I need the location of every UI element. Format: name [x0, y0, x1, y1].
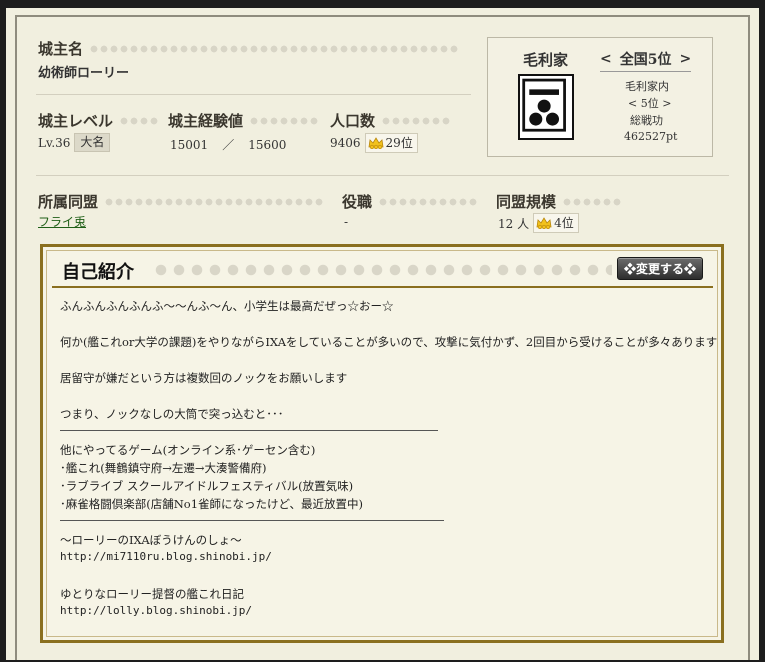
rank-prev-button[interactable]: <	[600, 51, 612, 67]
level-badge: 大名	[74, 133, 111, 152]
intro-title: 自己紹介	[62, 262, 134, 283]
label-dots	[249, 115, 320, 126]
crown-icon	[368, 137, 384, 149]
population-rank-badge: 29位	[364, 133, 418, 153]
intro-separator	[60, 430, 438, 431]
alliance-size-value: 12 人	[498, 216, 530, 231]
label-dots	[381, 115, 452, 126]
intro-line-5: 他にやってるゲーム(オンライン系･ゲーセン含む)	[60, 443, 316, 457]
population-rank: 29位	[385, 136, 413, 150]
intro-line-1: ふんふんふんふんふ～～んふ～ん、小学生は最高だぜっ☆おー☆	[60, 299, 394, 313]
merit-value: 462527pt	[624, 130, 678, 143]
label-dots	[562, 196, 623, 207]
lord-level: Lv.36 大名	[38, 133, 111, 152]
intro-line-2: 何か(艦これor大学の課題)をやりながらIXAをしていることが多いので、攻撃に気…	[60, 335, 718, 349]
intro-line-11: ゆとりなローリー提督の艦これ日記	[60, 587, 244, 601]
intro-url-2[interactable]: http://lolly.blog.shinobi.jp/	[60, 604, 252, 617]
role-label: 役職	[342, 191, 479, 212]
level-value: Lv.36	[38, 135, 71, 150]
rank-next-button[interactable]: >	[679, 51, 691, 67]
label-dots	[104, 196, 325, 207]
alliance-size: 12 人 4位	[498, 213, 579, 233]
alliance-size-label: 同盟規模	[496, 191, 623, 212]
population: 9406 29位	[330, 133, 418, 153]
lord-level-label: 城主レベル	[38, 110, 160, 131]
intro-url-1[interactable]: http://mi7110ru.blog.shinobi.jp/	[60, 550, 272, 563]
intro-line-6: ･艦これ(舞鶴鎮守府→左遷→大湊警備府)	[60, 461, 267, 475]
label-dots	[89, 43, 460, 54]
alliance-name-link[interactable]: フライ兎	[38, 213, 86, 230]
intro-line-8: ･麻雀格闘倶楽部(店舗No1雀師になったけど、最近放置中)	[60, 497, 363, 511]
divider	[36, 94, 471, 95]
intro-separator	[60, 520, 444, 521]
family-inner-label: 毛利家内	[625, 80, 669, 93]
family-name: 毛利家	[523, 51, 569, 69]
exp-next: 15600	[248, 137, 287, 152]
lord-name: 幼術師ローリー	[38, 66, 130, 81]
role-value: -	[344, 215, 349, 229]
intro-line-4: つまり、ノックなしの大筒で突っ込むと･･･	[60, 407, 284, 421]
lord-exp: 15001 ／ 15600	[170, 136, 286, 153]
family-inner-rank[interactable]: < 5位 >	[628, 95, 671, 111]
alliance-rank: 4位	[554, 216, 574, 230]
lord-exp-label: 城主経験値	[168, 110, 320, 131]
change-intro-button[interactable]: ❖変更する❖	[617, 257, 703, 280]
divider	[36, 175, 729, 176]
national-rank: 全国5位	[619, 52, 672, 68]
intro-line-9: ～ローリーのIXAぼうけんのしょ～	[60, 533, 242, 547]
label-dots	[378, 196, 479, 207]
intro-line-7: ･ラブライブ スクールアイドルフェスティバル(放置気味)	[60, 479, 354, 493]
crown-icon	[536, 217, 552, 229]
mori-crest-icon	[518, 74, 574, 140]
intro-line-3: 居留守が嫌だという方は複数回のノックをお願いします	[60, 371, 348, 385]
lord-name-label: 城主名	[38, 38, 460, 59]
intro-title-bar	[52, 256, 713, 288]
alliance-rank-badge: 4位	[533, 213, 579, 233]
population-label: 人口数	[330, 110, 452, 131]
alliance-label: 所属同盟	[38, 191, 325, 212]
label-dots	[119, 115, 160, 126]
population-value: 9406	[330, 136, 361, 150]
family-national-rank: < 全国5位 >	[600, 49, 692, 72]
alliance-name-wrap: フライ兎	[38, 213, 86, 230]
title-ornament	[152, 261, 612, 279]
exp-current: 15001	[170, 137, 209, 152]
exp-separator: ／	[222, 138, 235, 152]
merit-label: 総戦功	[630, 114, 663, 127]
